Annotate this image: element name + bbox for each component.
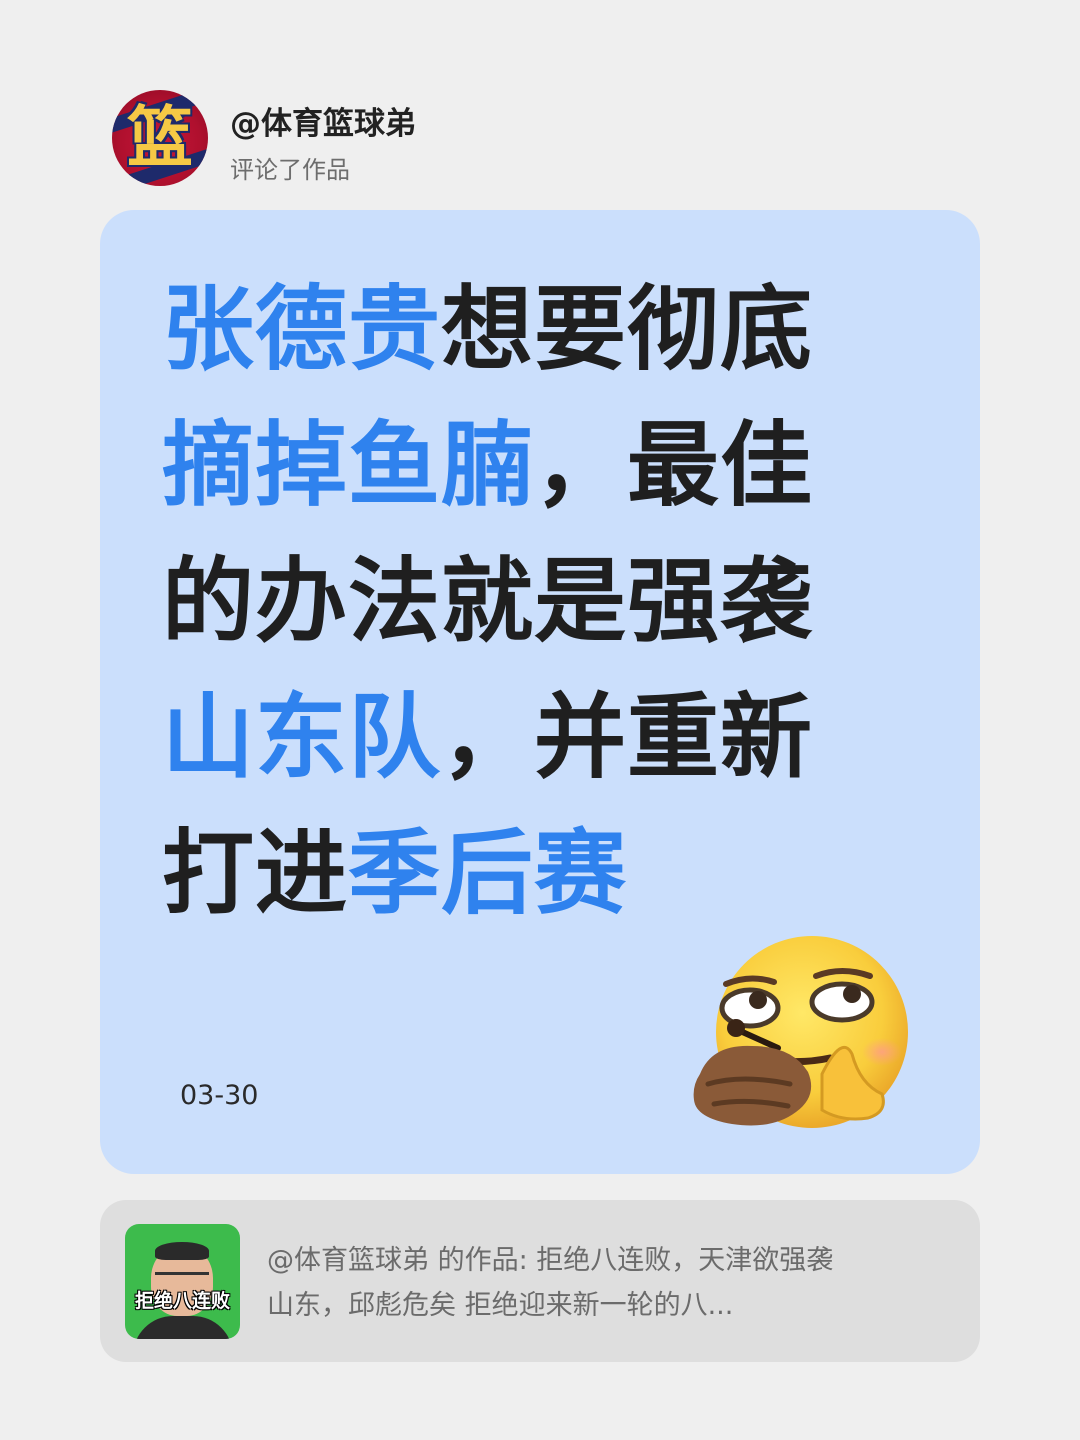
- headline-line: 张德贵想要彻底: [162, 262, 882, 398]
- username[interactable]: @体育篮球弟: [230, 98, 416, 143]
- comment-date: 03-30: [180, 1080, 259, 1111]
- thumbnail-caption: 拒绝八连败: [134, 1290, 230, 1312]
- headline-line: 打进季后赛: [162, 806, 882, 942]
- post-summary-line: 山东，邱彪危矣 拒绝迎来新一轮的八...: [267, 1290, 734, 1321]
- smirking-thinking-face-icon: [693, 936, 908, 1128]
- highlighted-text: 季后赛: [348, 820, 628, 927]
- headline-text: ，并重新: [441, 684, 814, 791]
- avatar[interactable]: 篮: [112, 90, 208, 186]
- highlighted-text: 山东队: [162, 684, 442, 791]
- comment-header: 篮 @体育篮球弟 评论了作品: [112, 90, 912, 190]
- highlighted-text: 张德贵: [162, 276, 442, 383]
- headline-line: 山东队，并重新: [162, 670, 882, 806]
- referenced-post[interactable]: 拒绝八连败 @体育篮球弟 的作品: 拒绝八连败，天津欲强袭 山东，邱彪危矣 拒绝…: [100, 1200, 980, 1362]
- comment-card[interactable]: 张德贵想要彻底 摘掉鱼腩，最佳 的办法就是强袭 山东队，并重新 打进季后赛 03-30: [100, 210, 980, 1174]
- thumbnail-glasses: [155, 1272, 209, 1275]
- thumbnail-person-body: [133, 1316, 233, 1339]
- headline-text: 的办法就是强袭: [162, 548, 814, 655]
- headline-text: 打进: [162, 820, 349, 927]
- action-text: 评论了作品: [230, 156, 350, 184]
- post-summary-line: @体育篮球弟 的作品: 拒绝八连败，天津欲强袭: [267, 1245, 834, 1276]
- post-summary: @体育篮球弟 的作品: 拒绝八连败，天津欲强袭 山东，邱彪危矣 拒绝迎来新一轮的…: [267, 1238, 947, 1328]
- highlighted-text: 摘掉鱼腩: [162, 412, 535, 519]
- headline-text: 想要彻底: [441, 276, 814, 383]
- comment-text: 张德贵想要彻底 摘掉鱼腩，最佳 的办法就是强袭 山东队，并重新 打进季后赛: [162, 262, 882, 942]
- headline-line: 摘掉鱼腩，最佳: [162, 398, 882, 534]
- headline-line: 的办法就是强袭: [162, 534, 882, 670]
- avatar-logo: 篮: [127, 99, 193, 176]
- post-thumbnail[interactable]: 拒绝八连败: [125, 1224, 240, 1339]
- thumbnail-person-hair: [155, 1242, 209, 1260]
- headline-text: ，最佳: [534, 412, 814, 519]
